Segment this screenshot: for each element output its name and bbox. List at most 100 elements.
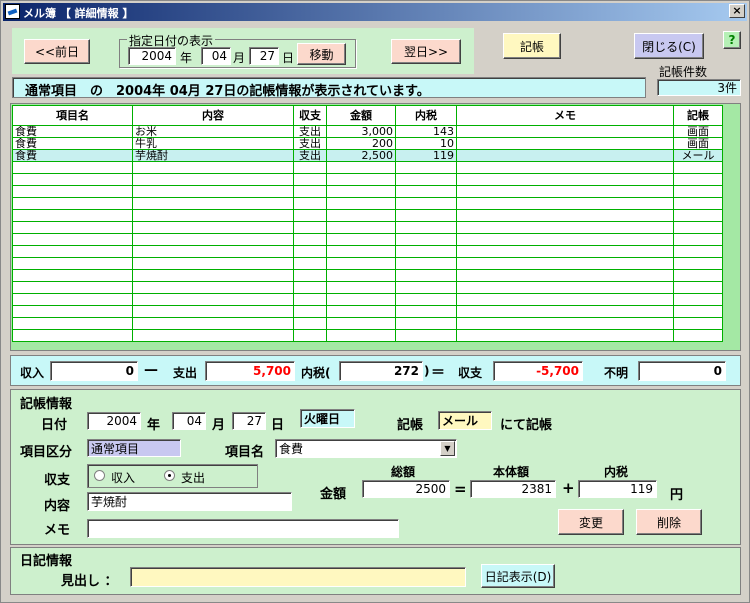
col-balance[interactable]: 収支 xyxy=(293,105,327,126)
memo-input[interactable] xyxy=(87,519,399,538)
table-cell xyxy=(456,149,674,162)
equals-sign: ＝ xyxy=(431,365,445,381)
col-book[interactable]: 記帳 xyxy=(673,105,723,126)
col-content[interactable]: 内容 xyxy=(132,105,294,126)
nav-month-input[interactable]: 04 xyxy=(201,47,231,65)
nav-day-input[interactable]: 27 xyxy=(249,47,279,65)
table-row[interactable] xyxy=(12,317,723,330)
table-cell xyxy=(395,293,457,306)
detail-day-input[interactable]: 27 xyxy=(232,412,266,430)
detail-year-input[interactable]: 2004 xyxy=(87,412,141,430)
info-banner: 通常項目 の 2004年 04月 27日の記帳情報が表示されています。 xyxy=(12,77,646,99)
table-cell xyxy=(293,173,327,186)
table-row[interactable]: 食費 芋焼酎 支出 2,500 119 メール xyxy=(12,149,723,162)
table-cell xyxy=(326,329,396,342)
detail-month-unit: 月 xyxy=(212,418,226,433)
col-amount[interactable]: 金額 xyxy=(326,105,396,126)
item-select-arrow[interactable]: ▼ xyxy=(440,441,455,456)
record-table[interactable]: 項目名 内容 収支 金額 内税 メモ 記帳 食費 お米 支出 3,000 143 画面 食費… xyxy=(12,105,723,342)
expense-radio[interactable] xyxy=(164,470,175,481)
total-equals: = xyxy=(454,480,467,498)
table-row[interactable] xyxy=(12,257,723,270)
table-cell: 143 xyxy=(395,125,457,138)
table-row[interactable] xyxy=(12,329,723,342)
item-select[interactable]: 食費 xyxy=(275,439,457,458)
table-cell xyxy=(132,161,294,174)
table-cell xyxy=(395,209,457,222)
book-button[interactable]: 記帳 xyxy=(503,33,561,59)
base-input[interactable]: 2381 xyxy=(470,480,556,498)
col-item[interactable]: 項目名 xyxy=(12,105,133,126)
table-cell: 3,000 xyxy=(326,125,396,138)
table-cell xyxy=(12,197,133,210)
tax-close-paren: ) xyxy=(424,364,430,378)
table-cell xyxy=(132,209,294,222)
table-cell xyxy=(456,293,674,306)
table-row[interactable] xyxy=(12,185,723,198)
total-input[interactable]: 2500 xyxy=(362,480,450,498)
help-button[interactable]: ? xyxy=(723,31,741,49)
table-cell xyxy=(293,257,327,270)
table-cell xyxy=(673,245,723,258)
table-row[interactable] xyxy=(12,233,723,246)
table-cell xyxy=(456,329,674,342)
table-header-row: 項目名 内容 収支 金額 内税 メモ 記帳 xyxy=(12,105,723,126)
table-row[interactable] xyxy=(12,281,723,294)
nav-year-input[interactable]: 2004 xyxy=(128,47,176,65)
table-cell: 支出 xyxy=(293,149,327,162)
close-window-button[interactable]: × xyxy=(729,4,745,18)
table-cell xyxy=(395,221,457,234)
table-row[interactable]: 食費 牛乳 支出 200 10 画面 xyxy=(12,137,723,150)
base-label: 本体額 xyxy=(493,465,530,479)
detail-day-unit: 日 xyxy=(271,418,285,433)
table-cell xyxy=(673,233,723,246)
col-memo[interactable]: メモ xyxy=(456,105,674,126)
table-cell xyxy=(673,185,723,198)
expense-radio-label: 支出 xyxy=(181,471,206,485)
table-cell xyxy=(673,161,723,174)
move-button[interactable]: 移動 xyxy=(297,43,346,65)
table-cell xyxy=(12,293,133,306)
table-cell xyxy=(293,269,327,282)
table-cell xyxy=(395,269,457,282)
detail-month-input[interactable]: 04 xyxy=(172,412,206,430)
table-cell: 10 xyxy=(395,137,457,150)
window-title: メル簿 【 詳細情報 】 xyxy=(23,7,134,20)
close-button[interactable]: 閉じる(C) xyxy=(634,33,704,59)
nav-year-unit: 年 xyxy=(180,51,193,65)
next-day-button[interactable]: 翌日>> xyxy=(391,39,461,64)
prev-day-button[interactable]: <<前日 xyxy=(24,39,90,64)
table-row[interactable] xyxy=(12,197,723,210)
diary-show-button[interactable]: 日記表示(D) xyxy=(481,564,555,588)
title-bar[interactable]: メル簿 【 詳細情報 】 × xyxy=(3,3,747,21)
diary-heading-label: 見出し ： xyxy=(61,574,118,589)
table-cell: 200 xyxy=(326,137,396,150)
table-row[interactable]: 食費 お米 支出 3,000 143 画面 xyxy=(12,125,723,138)
table-row[interactable] xyxy=(12,305,723,318)
col-tax[interactable]: 内税 xyxy=(395,105,457,126)
table-cell xyxy=(12,281,133,294)
diary-heading-input[interactable] xyxy=(130,567,466,587)
change-button[interactable]: 変更 xyxy=(558,509,624,535)
table-cell: 画面 xyxy=(673,137,723,150)
table-row[interactable] xyxy=(12,209,723,222)
table-row[interactable] xyxy=(12,245,723,258)
table-row[interactable] xyxy=(12,293,723,306)
table-row[interactable] xyxy=(12,221,723,234)
table-row[interactable] xyxy=(12,269,723,282)
table-cell xyxy=(12,209,133,222)
table-row[interactable] xyxy=(12,161,723,174)
income-radio[interactable] xyxy=(94,470,105,481)
content-input[interactable]: 芋焼酎 xyxy=(87,492,292,511)
tax-field: 272 xyxy=(339,361,423,381)
detail-tax-input[interactable]: 119 xyxy=(578,480,657,498)
table-cell: 芋焼酎 xyxy=(132,149,294,162)
table-cell xyxy=(673,293,723,306)
table-cell xyxy=(395,197,457,210)
table-cell xyxy=(456,245,674,258)
delete-button[interactable]: 削除 xyxy=(636,509,702,535)
table-row[interactable] xyxy=(12,173,723,186)
table-cell xyxy=(132,197,294,210)
detail-book-suffix: にて記帳 xyxy=(500,418,553,433)
table-cell xyxy=(132,305,294,318)
